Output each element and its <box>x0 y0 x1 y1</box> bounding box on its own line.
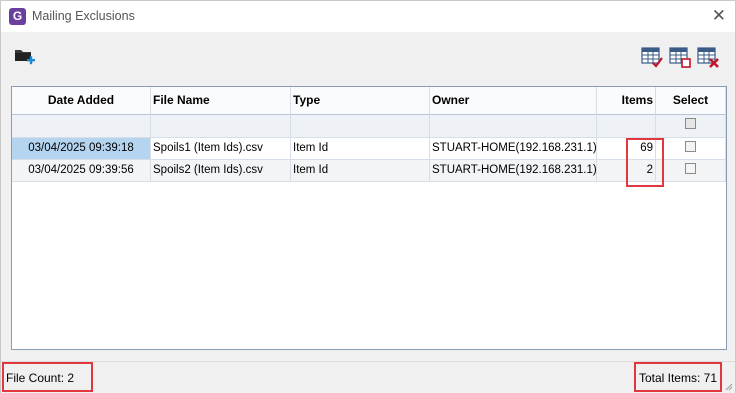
cell-select[interactable] <box>656 160 726 182</box>
mailing-exclusions-window: G Mailing Exclusions ✕ Date Added File N… <box>0 0 736 393</box>
row-select-checkbox[interactable] <box>685 141 696 153</box>
table-row[interactable]: 03/04/2025 09:39:18 Spoils1 (Item Ids).c… <box>12 138 726 160</box>
column-header-file-name[interactable]: File Name <box>151 87 291 115</box>
cell-owner[interactable]: STUART-HOME(192.168.231.1) <box>430 138 597 160</box>
cell-file-name[interactable]: Spoils2 (Item Ids).csv <box>151 160 291 182</box>
cell-date-added[interactable]: 03/04/2025 09:39:18 <box>12 138 151 160</box>
cell-type[interactable]: Item Id <box>291 160 430 182</box>
delete-grid-icon[interactable] <box>697 46 721 70</box>
column-header-select[interactable]: Select <box>656 87 726 115</box>
row-select-checkbox[interactable] <box>685 163 696 175</box>
filter-date-added[interactable] <box>12 115 151 138</box>
grid-filter-row <box>12 115 726 138</box>
add-folder-icon[interactable] <box>13 44 37 68</box>
items-highlight-box <box>626 138 664 187</box>
cell-owner[interactable]: STUART-HOME(192.168.231.1) <box>430 160 597 182</box>
filter-type[interactable] <box>291 115 430 138</box>
select-all-grid-icon[interactable] <box>641 46 665 70</box>
filter-select[interactable] <box>656 115 726 138</box>
file-count-highlight-box <box>2 362 93 392</box>
column-header-date-added[interactable]: Date Added <box>12 87 151 115</box>
select-all-checkbox[interactable] <box>685 118 696 130</box>
toolbar <box>1 32 735 82</box>
column-header-owner[interactable]: Owner <box>430 87 597 115</box>
filter-file-name[interactable] <box>151 115 291 138</box>
total-items-highlight-box <box>634 362 722 392</box>
exclusions-grid[interactable]: Date Added File Name Type Owner Items Se… <box>11 86 727 350</box>
grid-header-row: Date Added File Name Type Owner Items Se… <box>12 87 726 115</box>
filter-owner[interactable] <box>430 115 597 138</box>
cell-type[interactable]: Item Id <box>291 138 430 160</box>
cell-select[interactable] <box>656 138 726 160</box>
column-header-items[interactable]: Items <box>597 87 656 115</box>
app-logo-icon: G <box>9 8 26 25</box>
resize-grip-icon[interactable] <box>725 383 733 391</box>
window-title: Mailing Exclusions <box>32 9 135 23</box>
column-header-type[interactable]: Type <box>291 87 430 115</box>
status-bar: File Count: 2 Total Items: 71 <box>1 361 735 393</box>
table-row[interactable]: 03/04/2025 09:39:56 Spoils2 (Item Ids).c… <box>12 160 726 182</box>
cell-file-name[interactable]: Spoils1 (Item Ids).csv <box>151 138 291 160</box>
close-icon[interactable]: ✕ <box>712 6 726 26</box>
cell-date-added[interactable]: 03/04/2025 09:39:56 <box>12 160 151 182</box>
filter-items[interactable] <box>597 115 656 138</box>
deselect-grid-icon[interactable] <box>669 46 693 70</box>
title-bar: G Mailing Exclusions ✕ <box>1 1 735 32</box>
